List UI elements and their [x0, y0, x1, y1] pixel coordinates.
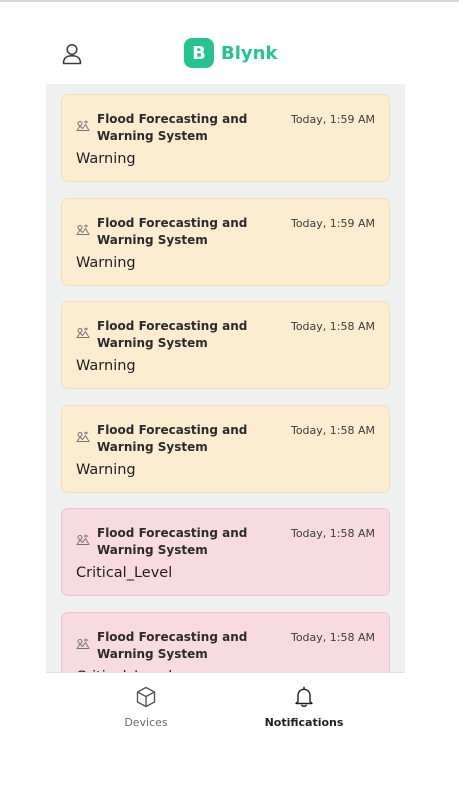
- notification-card[interactable]: Flood Forecasting and Warning System Toda…: [61, 94, 390, 182]
- device-icon: [76, 431, 90, 442]
- tab-devices[interactable]: Devices: [76, 673, 216, 741]
- notification-device-name: Flood Forecasting and Warning System: [97, 215, 248, 247]
- device-icon: [76, 638, 90, 649]
- profile-button[interactable]: [58, 40, 86, 68]
- notification-card[interactable]: Flood Forecasting and Warning System Toda…: [61, 197, 390, 286]
- notification-message: Warning: [76, 151, 136, 167]
- notification-card[interactable]: Flood Forecasting and Warning System Toda…: [61, 301, 390, 389]
- device-icon: [76, 224, 90, 235]
- notification-device-name: Flood Forecasting and Warning System: [97, 526, 248, 557]
- tab-devices-label: Devices: [124, 716, 168, 729]
- notification-message: Critical_Level: [76, 565, 173, 581]
- bottom-tab-bar: Devices Notifications: [46, 672, 405, 740]
- device-icon: [76, 534, 90, 545]
- app-screen: B Blynk Flood Forecasting and Warning Sy…: [46, 2, 405, 740]
- notification-card[interactable]: Flood Forecasting and Warning System Toda…: [61, 508, 390, 596]
- notification-message: Warning: [76, 254, 136, 271]
- notification-message: Warning: [76, 358, 136, 374]
- app-name: Blynk: [221, 42, 278, 64]
- notification-timestamp: Today, 1:58 AM: [290, 320, 375, 333]
- user-icon: [62, 43, 82, 65]
- notification-message: Warning: [76, 461, 136, 478]
- notification-card[interactable]: Flood Forecasting and Warning System Toda…: [61, 611, 390, 672]
- notification-timestamp: Today, 1:58 AM: [290, 630, 375, 644]
- notification-device-name: Flood Forecasting and Warning System: [97, 422, 248, 454]
- device-icon: [76, 327, 90, 338]
- tab-notifications[interactable]: Notifications: [234, 673, 374, 741]
- notification-card[interactable]: Flood Forecasting and Warning System Toda…: [61, 404, 390, 493]
- logo-mark: B: [184, 38, 214, 68]
- notification-device-name: Flood Forecasting and Warning System: [97, 319, 248, 350]
- cube-icon: [136, 686, 156, 708]
- notification-device-name: Flood Forecasting and Warning System: [97, 629, 248, 661]
- notification-list[interactable]: Flood Forecasting and Warning System Toda…: [46, 84, 405, 672]
- blynk-logo: B Blynk: [184, 38, 277, 68]
- notification-timestamp: Today, 1:59 AM: [290, 113, 375, 126]
- app-header: B Blynk: [46, 2, 405, 84]
- bell-icon: [295, 686, 313, 707]
- notification-timestamp: Today, 1:58 AM: [290, 423, 375, 437]
- notification-device-name: Flood Forecasting and Warning System: [97, 112, 248, 143]
- notification-timestamp: Today, 1:58 AM: [290, 527, 375, 540]
- notification-timestamp: Today, 1:59 AM: [290, 216, 375, 230]
- tab-notifications-label: Notifications: [264, 716, 344, 729]
- device-icon: [76, 120, 90, 131]
